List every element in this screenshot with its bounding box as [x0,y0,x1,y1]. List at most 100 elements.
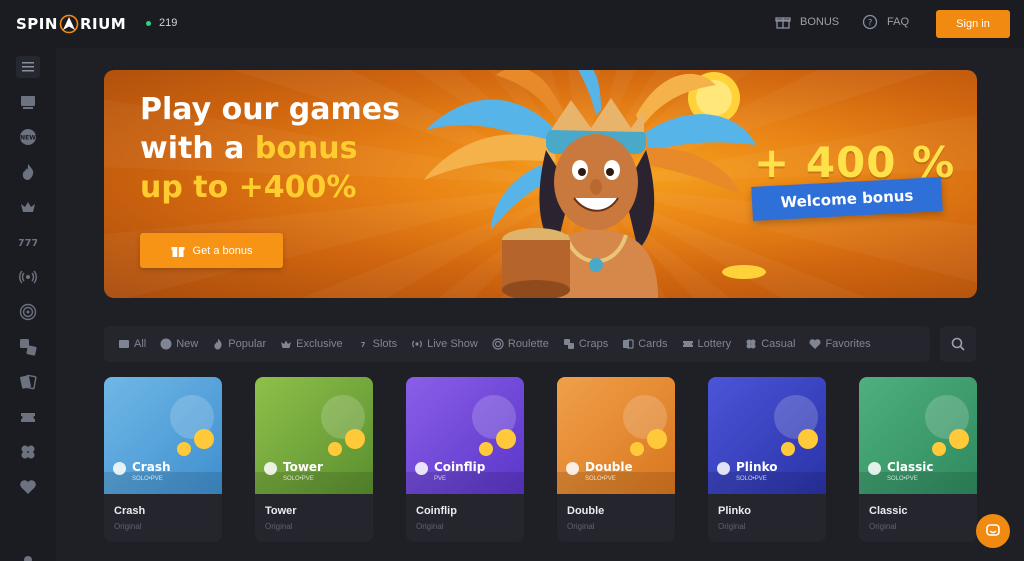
promo-banner[interactable]: Play our games with a bonus up to +400% … [104,70,977,298]
game-thumbnail [557,377,675,494]
game-art-name: Coinflip [434,460,486,474]
tab-cards[interactable]: Cards [615,338,674,350]
ticket-icon [682,341,693,347]
tab-casual[interactable]: Casual [738,338,802,350]
game-card-classic[interactable]: Classic SOLO•PVE Classic Original [859,377,977,542]
heart-icon [809,339,821,349]
game-provider: Original [265,522,293,531]
tab-label: Slots [372,338,398,350]
online-count: 219 [159,17,178,29]
tab-live-show[interactable]: Live Show [404,338,485,350]
clover-icon [21,445,35,459]
game-thumbnail [255,377,373,494]
game-art-mode: PVE [434,476,447,482]
banner-headline: Play our games with a bonus up to +400% [140,90,400,207]
tab-lottery[interactable]: Lottery [675,338,739,350]
game-thumbnail [104,377,222,494]
sidebar-item-favorites[interactable] [16,475,40,499]
sidebar-item-casual[interactable] [16,440,40,464]
tab-label: Popular [228,338,267,350]
banner-line-2b: bonus [254,131,358,166]
ticket-icon [21,413,35,422]
faq-label: FAQ [887,16,910,28]
get-bonus-button[interactable]: Get a bonus [140,233,283,268]
game-provider: Original [869,522,897,531]
game-title: Double [567,505,605,517]
tab-exclusive[interactable]: Exclusive [273,338,349,350]
logo[interactable]: SPIN RIUM [16,14,126,34]
logo-text-left: SPIN [16,15,58,33]
bonus-link[interactable]: BONUS [775,14,839,30]
game-art-mode: SOLO•PVE [132,476,163,482]
slots-icon: 7 [360,341,365,349]
game-type-icon [113,462,126,475]
live-icon [19,270,37,284]
game-title: Classic [869,505,908,517]
new-icon: NEW [20,129,36,145]
sidebar-item-roulette[interactable] [16,300,40,324]
faq-link[interactable]: ? FAQ [862,14,909,30]
signin-button[interactable]: Sign in [936,10,1010,38]
game-card-tower[interactable]: Tower SOLO•PVE Tower Original [255,377,373,542]
casino-icon [21,96,35,109]
sidebar-item-popular[interactable] [16,160,40,184]
game-provider: Original [416,522,444,531]
tab-popular[interactable]: Popular [205,338,273,350]
logo-text-right: RIUM [79,15,127,33]
help-circle-icon: ? [862,14,878,30]
tab-all[interactable]: All [104,338,153,350]
game-art-name: Plinko [736,460,778,474]
svg-text:777: 777 [19,238,37,249]
sidebar-item-exclusive[interactable] [16,195,40,219]
sidebar-item-cards[interactable] [16,370,40,394]
fire-icon [214,338,222,350]
tab-slots[interactable]: 7 Slots [350,338,404,350]
clover-icon [746,339,756,349]
sidebar-item-casino[interactable] [16,90,40,114]
crown-icon [21,202,35,212]
banner-line-1: Play our games [140,92,400,127]
menu-toggle-button[interactable] [16,56,40,78]
banner-line-3: up to +400% [140,170,357,205]
game-card-coinflip[interactable]: Coinflip PVE Coinflip Original [406,377,524,542]
game-art-mode: SOLO•PVE [887,476,918,482]
crown-icon [281,340,292,348]
game-art-mode: SOLO•PVE [283,476,314,482]
sidebar-item-live[interactable] [16,265,40,289]
tab-favorites[interactable]: Favorites [802,338,877,350]
logo-mark-icon [59,14,79,34]
game-provider: Original [114,522,142,531]
search-icon [951,337,965,351]
game-art-mode: SOLO•PVE [585,476,616,482]
chat-button[interactable] [976,514,1010,548]
sidebar-item-craps[interactable] [16,335,40,359]
tab-label: Live Show [427,338,478,350]
game-type-icon [868,462,881,475]
menu-icon [22,62,34,72]
sidebar-item-lottery[interactable] [16,405,40,429]
game-title: Plinko [718,505,752,517]
game-type-icon [264,462,277,475]
top-bar: SPIN RIUM 219 BONUS ? FAQ Sign in [0,0,1024,48]
tab-roulette[interactable]: Roulette [485,338,556,350]
game-card-double[interactable]: Double SOLO•PVE Double Original [557,377,675,542]
game-type-icon [717,462,730,475]
svg-text:NEW: NEW [20,135,36,142]
sidebar-item-settings[interactable] [16,548,40,561]
tab-label: Lottery [697,338,732,350]
dice-icon [20,339,37,356]
svg-text:7: 7 [360,341,365,349]
tab-craps[interactable]: Craps [556,338,615,350]
game-card-plinko[interactable]: Plinko SOLO•PVE Plinko Original [708,377,826,542]
tab-label: Craps [578,338,609,350]
sidebar-item-slots[interactable]: 777 [16,230,40,254]
game-card-crash[interactable]: Crash SOLO•PVE Crash Original [104,377,222,542]
cards-icon [623,339,634,349]
tab-label: Casual [761,338,796,350]
sidebar: NEW 777 [0,48,56,561]
svg-text:?: ? [868,19,873,29]
tab-new[interactable]: New [153,338,205,350]
sidebar-item-new[interactable]: NEW [16,125,40,149]
search-button[interactable] [940,326,976,362]
game-title: Tower [265,505,297,517]
